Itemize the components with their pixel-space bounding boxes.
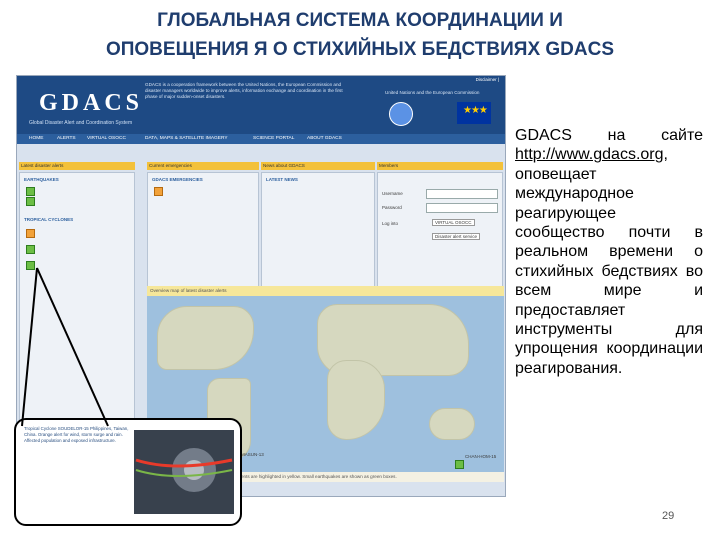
- header-description: GDACS is a cooperation framework between…: [145, 82, 343, 99]
- eq-alert-icon[interactable]: [26, 197, 35, 206]
- australia-land: [429, 408, 475, 440]
- satellite-image: [134, 430, 234, 514]
- earthquakes-heading: EARTHQUAKES: [24, 177, 59, 182]
- header-partners: United Nations and the European Commissi…: [385, 90, 480, 95]
- site-header: GDACS Global Disaster Alert and Coordina…: [17, 76, 505, 134]
- tc-alert-icon[interactable]: [26, 245, 35, 254]
- nav-data-maps[interactable]: DATA, MAPS & SATELLITE IMAGERY: [145, 136, 228, 141]
- nav-about[interactable]: ABOUT GDACS: [307, 136, 342, 141]
- slide-title: ГЛОБАЛЬНАЯ СИСТЕМА КООРДИНАЦИИ И ОПОВЕЩЕ…: [0, 6, 720, 64]
- disclaimer-link[interactable]: Disclaimer |: [476, 77, 499, 82]
- description-text: GDACS на сайте http://www.gdacs.org, опо…: [515, 126, 703, 378]
- tc-alert-icon[interactable]: [26, 229, 35, 238]
- map-marker-icon[interactable]: [455, 460, 464, 469]
- site-nav: HOME ALERTS VIRTUAL OSOCC DATA, MAPS & S…: [17, 134, 505, 144]
- panel-members: Members: [377, 162, 503, 170]
- password-field[interactable]: [426, 203, 498, 213]
- login-button[interactable]: VIRTUAL OSOCC: [432, 219, 475, 226]
- logo-subtitle: Global Disaster Alert and Coordination S…: [29, 120, 133, 126]
- tc-alert-icon[interactable]: [26, 261, 35, 270]
- password-label: Password: [382, 205, 402, 210]
- africa-land: [327, 360, 385, 440]
- eu-flag-icon: ★★★: [457, 102, 491, 124]
- latest-news-heading: LATEST NEWS: [266, 177, 298, 182]
- map-label: CHAN-HOM-15: [465, 454, 497, 459]
- nav-virtual-osocc[interactable]: VIRTUAL OSOCC: [87, 136, 126, 141]
- panel-current-emergencies: Current emergencies: [147, 162, 259, 170]
- gdacs-link[interactable]: http://www.gdacs.org: [515, 146, 664, 163]
- cyclone-track: [135, 448, 233, 492]
- description-start: GDACS на сайте: [515, 127, 703, 144]
- eq-alert-icon[interactable]: [26, 187, 35, 196]
- alert-service-button[interactable]: Disaster alert service: [432, 233, 481, 240]
- map-title-band: Overview map of latest disaster alerts: [147, 286, 504, 296]
- members-column: Username Password Log into VIRTUAL OSOCC…: [377, 172, 503, 296]
- panel-news: News about GDACS: [261, 162, 375, 170]
- callout-alert-text: Tropical Cyclone SOUDELOR-15 Philippines…: [24, 426, 129, 443]
- north-america-land: [157, 306, 254, 370]
- emergencies-heading: GDACS EMERGENCIES: [152, 177, 203, 182]
- description-end: , оповещает международное реагирующее со…: [515, 146, 703, 377]
- nav-science-portal[interactable]: SCIENCE PORTAL: [253, 136, 294, 141]
- username-field[interactable]: [426, 189, 498, 199]
- nav-home[interactable]: HOME: [29, 136, 43, 141]
- nav-alerts[interactable]: ALERTS: [57, 136, 76, 141]
- slide-title-line-1: ГЛОБАЛЬНАЯ СИСТЕМА КООРДИНАЦИИ И: [157, 10, 563, 31]
- cyclones-heading: TROPICAL CYCLONES: [24, 217, 74, 222]
- gdacs-logo: GDACS: [39, 90, 144, 116]
- un-logo-icon: [389, 102, 413, 126]
- username-label: Username: [382, 191, 403, 196]
- emergencies-column: GDACS EMERGENCIES: [147, 172, 259, 296]
- news-column: LATEST NEWS: [261, 172, 375, 296]
- page-number: 29: [662, 510, 675, 522]
- zoom-callout: Tropical Cyclone SOUDELOR-15 Philippines…: [14, 418, 242, 526]
- panel-latest-alerts: Latest disaster alerts: [19, 162, 135, 170]
- slide-title-line-2: ОПОВЕЩЕНИЯ Я О СТИХИЙНЫХ БЕДСТВИЯХ GDACS: [105, 39, 615, 60]
- emergency-icon[interactable]: [154, 187, 163, 196]
- log-into-label: Log into: [382, 221, 399, 226]
